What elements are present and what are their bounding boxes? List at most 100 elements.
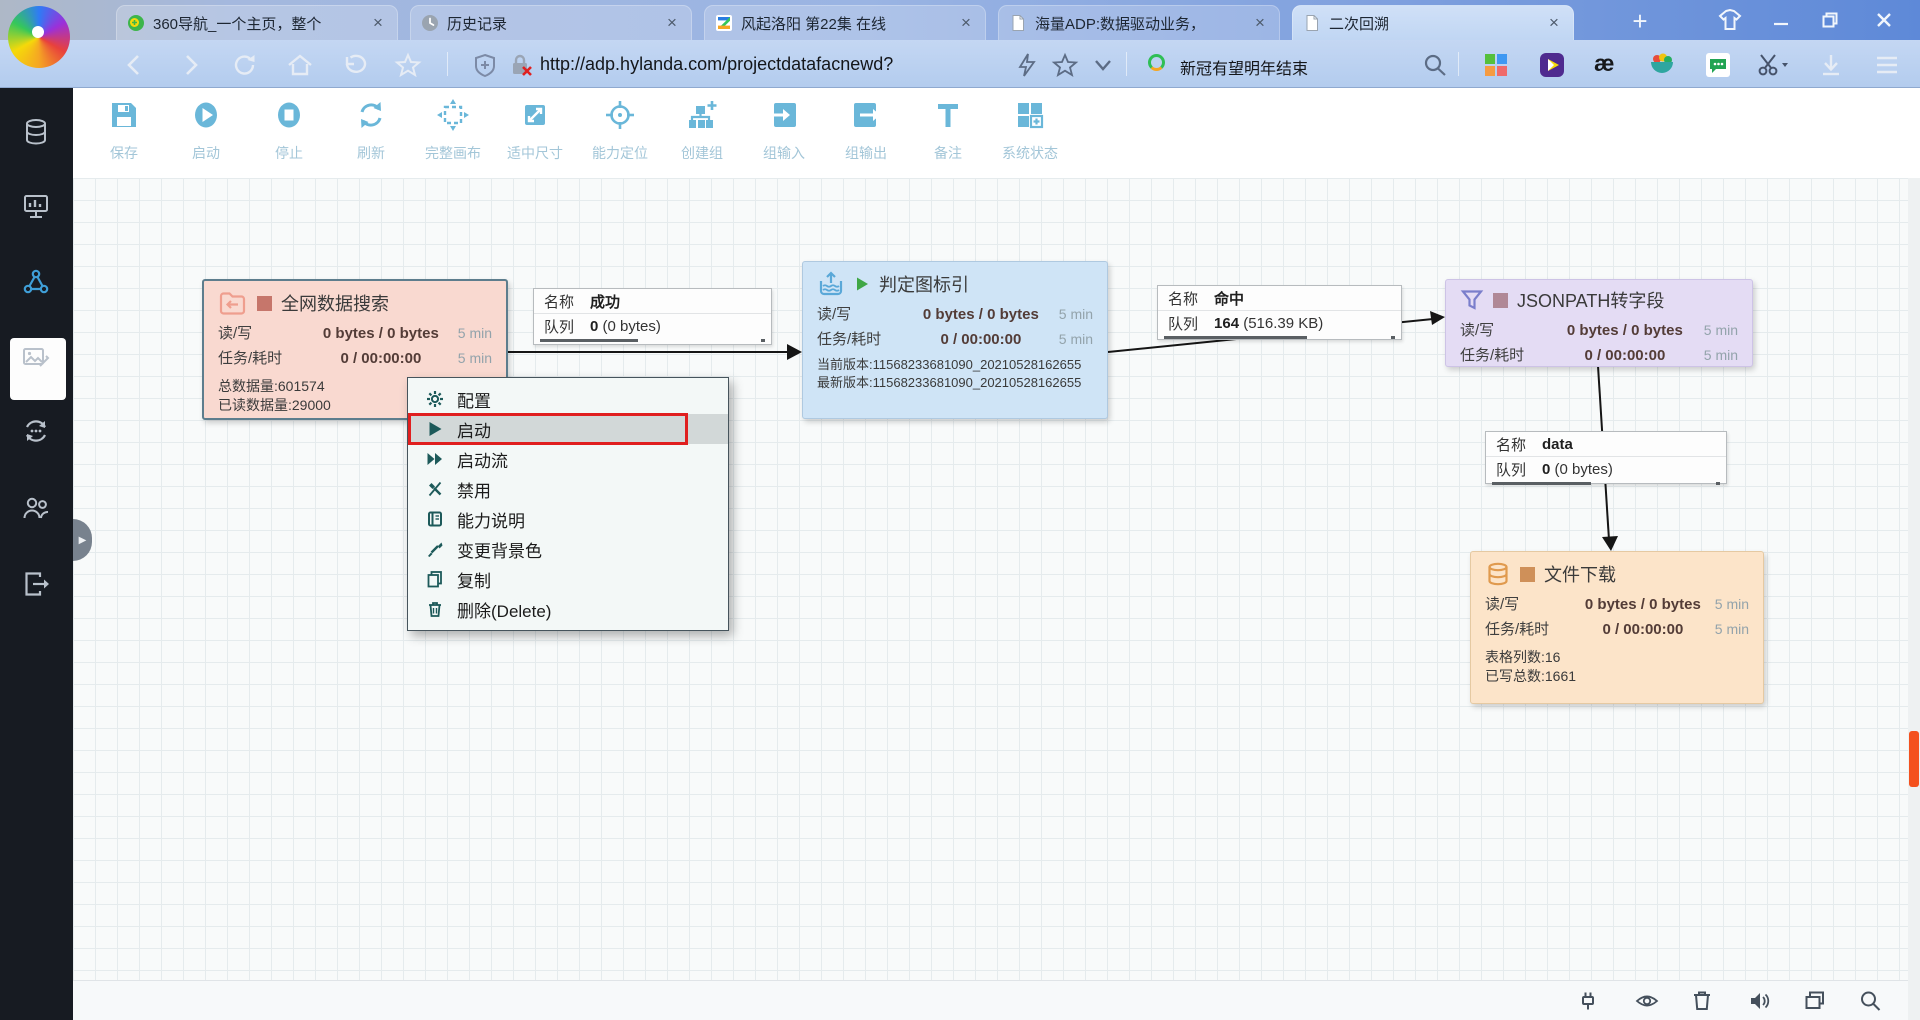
- document-favicon-icon: [1303, 14, 1321, 32]
- tab-nav360[interactable]: 360导航_一个主页，整个 ×: [116, 5, 398, 40]
- sidebar-item-monitor-chart[interactable]: [21, 191, 51, 221]
- tab-adp-doc[interactable]: 海量ADP:数据驱动业务， ×: [998, 5, 1280, 40]
- funnel-filter-icon: [1460, 288, 1484, 312]
- extension-grid-icon[interactable]: [1482, 52, 1510, 78]
- node-stat-row: 任务/耗时 0 / 00:00:00 5 min: [1471, 616, 1763, 641]
- menu-item-start-flow[interactable]: 启动流: [408, 444, 728, 474]
- tab-close-icon[interactable]: ×: [369, 13, 387, 33]
- close-window-button[interactable]: [1866, 6, 1902, 34]
- tab-close-icon[interactable]: ×: [663, 13, 681, 33]
- save-button[interactable]: 保存: [83, 97, 165, 163]
- clock-favicon-icon: [421, 14, 439, 32]
- node-file-download[interactable]: 文件下载 读/写 0 bytes / 0 bytes 5 min 任务/耗时 0…: [1470, 551, 1764, 704]
- stop-button[interactable]: 停止: [248, 97, 330, 163]
- forward-icon[interactable]: [175, 52, 205, 78]
- full-canvas-button[interactable]: 完整画布: [412, 97, 494, 163]
- tab-title: 海量ADP:数据驱动业务，: [1035, 13, 1243, 34]
- sidebar-item-sync[interactable]: [21, 416, 51, 446]
- minimize-icon: [1772, 11, 1790, 29]
- search-box[interactable]: 新冠有望明年结束: [1180, 55, 1308, 79]
- insecure-lock-icon[interactable]: [506, 52, 536, 78]
- extension-fruit-bowl-icon[interactable]: [1648, 52, 1676, 78]
- menu-item-disable[interactable]: 禁用: [408, 474, 728, 504]
- browser-logo[interactable]: [8, 6, 70, 68]
- minimize-button[interactable]: [1763, 6, 1799, 34]
- node-title: 判定图标引: [879, 271, 969, 297]
- node-judge-index[interactable]: 判定图标引 读/写 0 bytes / 0 bytes 5 min 任务/耗时 …: [802, 261, 1108, 419]
- restore-button[interactable]: [1812, 6, 1848, 34]
- edge-label-success[interactable]: 名称成功 队列 0 (0 bytes): [533, 288, 772, 345]
- reload-icon[interactable]: [230, 52, 260, 78]
- tab-active-huisu[interactable]: 二次回溯 ×: [1292, 5, 1574, 40]
- speaker-icon[interactable]: [1747, 988, 1773, 1014]
- zoom-search-icon[interactable]: [1857, 988, 1883, 1014]
- sidebar-item-image-edit[interactable]: [21, 343, 51, 373]
- back-icon[interactable]: [120, 52, 150, 78]
- bookmark-star-icon[interactable]: [1050, 52, 1080, 78]
- note-button[interactable]: 备注: [907, 97, 989, 163]
- plugin-icon[interactable]: [1575, 988, 1601, 1014]
- tab-close-icon[interactable]: ×: [1545, 13, 1563, 33]
- chevron-down-icon[interactable]: [1088, 52, 1118, 78]
- tab-bar: 360导航_一个主页，整个 × 历史记录 × 风起洛阳 第22集 在线 × 海量…: [0, 0, 1920, 40]
- menu-item-delete[interactable]: 删除(Delete): [408, 594, 728, 624]
- group-input-button[interactable]: 组输入: [743, 97, 825, 163]
- workflow-canvas[interactable]: 全网数据搜索 读/写 0 bytes / 0 bytes 5 min 任务/耗时…: [73, 178, 1908, 980]
- sidebar-item-logout[interactable]: [21, 569, 51, 599]
- extension-ae-icon[interactable]: æ: [1594, 50, 1614, 77]
- queue-progress-bar: [1488, 482, 1724, 485]
- vertical-scrollbar[interactable]: [1908, 178, 1920, 1020]
- system-status-button[interactable]: 系统状态: [989, 97, 1071, 163]
- group-output-button[interactable]: 组输出: [825, 97, 907, 163]
- sidebar-item-database[interactable]: [21, 117, 51, 147]
- sidebar-item-users[interactable]: [21, 493, 51, 523]
- restore-icon: [1821, 11, 1839, 29]
- download-icon[interactable]: [1816, 52, 1846, 78]
- menu-item-configure[interactable]: 配置: [408, 384, 728, 414]
- scrollbar-thumb[interactable]: [1909, 731, 1919, 787]
- new-tab-button[interactable]: +: [1622, 8, 1658, 36]
- node-title: 文件下载: [1544, 561, 1616, 587]
- inspect-eye-icon[interactable]: [1634, 988, 1660, 1014]
- search-icon[interactable]: [1420, 52, 1450, 78]
- node-stat-row: 读/写 0 bytes / 0 bytes 5 min: [1471, 591, 1763, 616]
- menu-hamburger-icon[interactable]: [1872, 52, 1902, 78]
- start-button[interactable]: 启动: [165, 97, 247, 163]
- queue-progress-bar: [536, 339, 769, 342]
- menu-item-capability-doc[interactable]: 能力说明: [408, 504, 728, 534]
- trash-icon[interactable]: [1689, 988, 1715, 1014]
- shield-add-icon[interactable]: [470, 52, 500, 78]
- sidebar-item-flow-active[interactable]: [21, 267, 51, 297]
- tab-close-icon[interactable]: ×: [957, 13, 975, 33]
- node-jsonpath[interactable]: JSONPATH转字段 读/写 0 bytes / 0 bytes 5 min …: [1445, 279, 1753, 367]
- edge-label-hit[interactable]: 名称命中 队列 164 (516.39 KB): [1157, 285, 1402, 340]
- menu-item-change-background[interactable]: 变更背景色: [408, 534, 728, 564]
- nav-separator: [1126, 52, 1127, 76]
- window-restore-icon[interactable]: [1802, 988, 1828, 1014]
- node-title: JSONPATH转字段: [1517, 287, 1664, 313]
- tab-title: 360导航_一个主页，整个: [153, 13, 361, 34]
- tab-history[interactable]: 历史记录 ×: [410, 5, 692, 40]
- document-favicon-icon: [1009, 14, 1027, 32]
- screenshot-scissors-icon[interactable]: [1756, 52, 1790, 78]
- locate-button[interactable]: 能力定位: [579, 97, 661, 163]
- fit-size-button[interactable]: 适中尺寸: [494, 97, 576, 163]
- create-group-button[interactable]: 创建组: [661, 97, 743, 163]
- tab-close-icon[interactable]: ×: [1251, 13, 1269, 33]
- undo-icon[interactable]: [340, 52, 370, 78]
- menu-item-copy[interactable]: 复制: [408, 564, 728, 594]
- lightning-icon[interactable]: [1012, 52, 1042, 78]
- edge-label-data[interactable]: 名称data 队列 0 (0 bytes): [1485, 431, 1727, 484]
- tab-video[interactable]: 风起洛阳 第22集 在线 ×: [704, 5, 986, 40]
- tab-title: 历史记录: [447, 13, 655, 34]
- favorites-star-icon[interactable]: [393, 52, 423, 78]
- import-store-icon: [817, 271, 845, 297]
- extension-chat-icon[interactable]: [1704, 52, 1732, 78]
- fit-size-icon: [517, 97, 553, 133]
- skin-button[interactable]: [1712, 6, 1748, 34]
- extension-video-icon[interactable]: [1538, 52, 1566, 78]
- address-url[interactable]: http://adp.hylanda.com/projectdatafacnew…: [540, 54, 893, 75]
- home-icon[interactable]: [285, 52, 315, 78]
- refresh-button[interactable]: 刷新: [330, 97, 412, 163]
- copy-icon: [426, 570, 444, 588]
